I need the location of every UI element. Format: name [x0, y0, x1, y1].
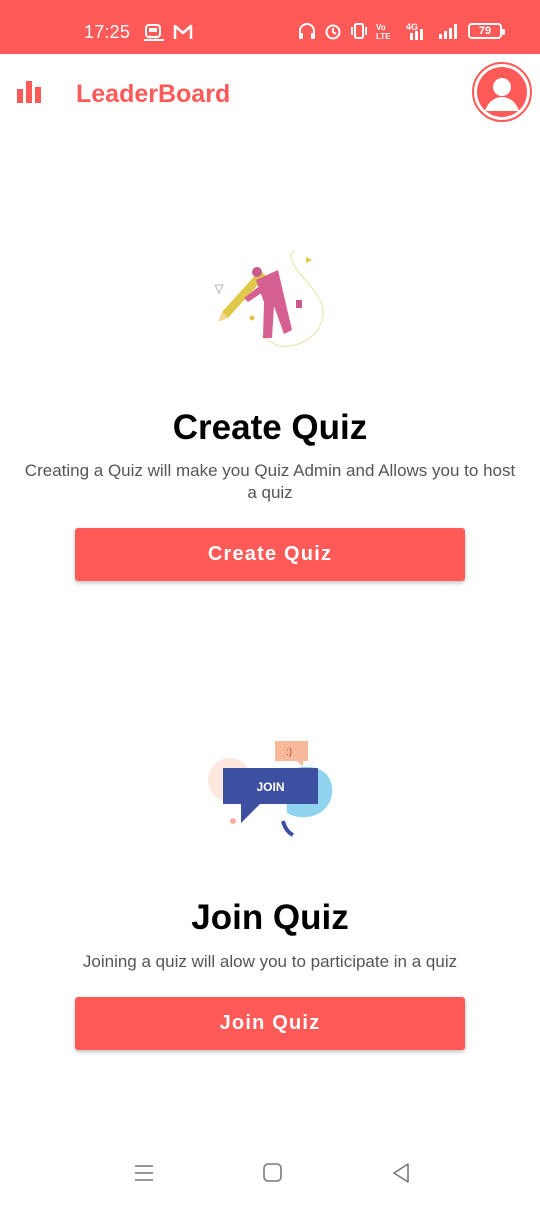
volte-icon: Vo LTE — [376, 22, 396, 40]
create-quiz-description: Creating a Quiz will make you Quiz Admin… — [24, 461, 516, 502]
gmail-icon — [173, 23, 193, 48]
status-right-icons: Vo LTE 4G 79 — [298, 21, 505, 41]
home-icon[interactable] — [261, 1162, 285, 1184]
svg-text::): :) — [286, 747, 292, 758]
headphones-icon — [298, 22, 316, 40]
join-illustration-text: JOIN — [256, 780, 284, 794]
app-bar: LeaderBoard — [0, 54, 540, 134]
battery-icon: 79 — [468, 23, 505, 39]
create-quiz-heading: Create Quiz — [172, 408, 368, 447]
menu-icon[interactable] — [132, 1162, 156, 1184]
svg-text:LTE: LTE — [376, 32, 391, 40]
status-time: 17:25 — [84, 22, 131, 42]
svg-text:Vo: Vo — [376, 23, 386, 32]
profile-button[interactable] — [472, 62, 532, 122]
system-nav-bar — [0, 1140, 540, 1206]
train-icon — [143, 23, 165, 48]
person-with-pencil-illustration — [200, 240, 340, 355]
svg-text:4G: 4G — [406, 22, 418, 32]
bar-chart-icon[interactable] — [17, 81, 45, 103]
create-quiz-button[interactable]: Create Quiz — [75, 528, 465, 581]
join-speech-bubble-illustration: :) JOIN — [205, 735, 340, 840]
join-quiz-description: Joining a quiz will alow you to particip… — [82, 952, 458, 971]
app-title: LeaderBoard — [76, 80, 231, 108]
vibrate-icon — [350, 22, 368, 40]
status-left-icons — [143, 23, 193, 48]
alarm-icon — [324, 22, 342, 40]
back-icon[interactable] — [390, 1162, 414, 1184]
profile-icon — [477, 67, 527, 117]
join-quiz-button[interactable]: Join Quiz — [75, 997, 465, 1050]
join-quiz-heading: Join Quiz — [191, 898, 349, 937]
data-icon: 4G — [404, 21, 430, 41]
signal-icon — [438, 22, 460, 40]
status-bar: 17:25 Vo LTE 4G 79 — [0, 0, 540, 54]
